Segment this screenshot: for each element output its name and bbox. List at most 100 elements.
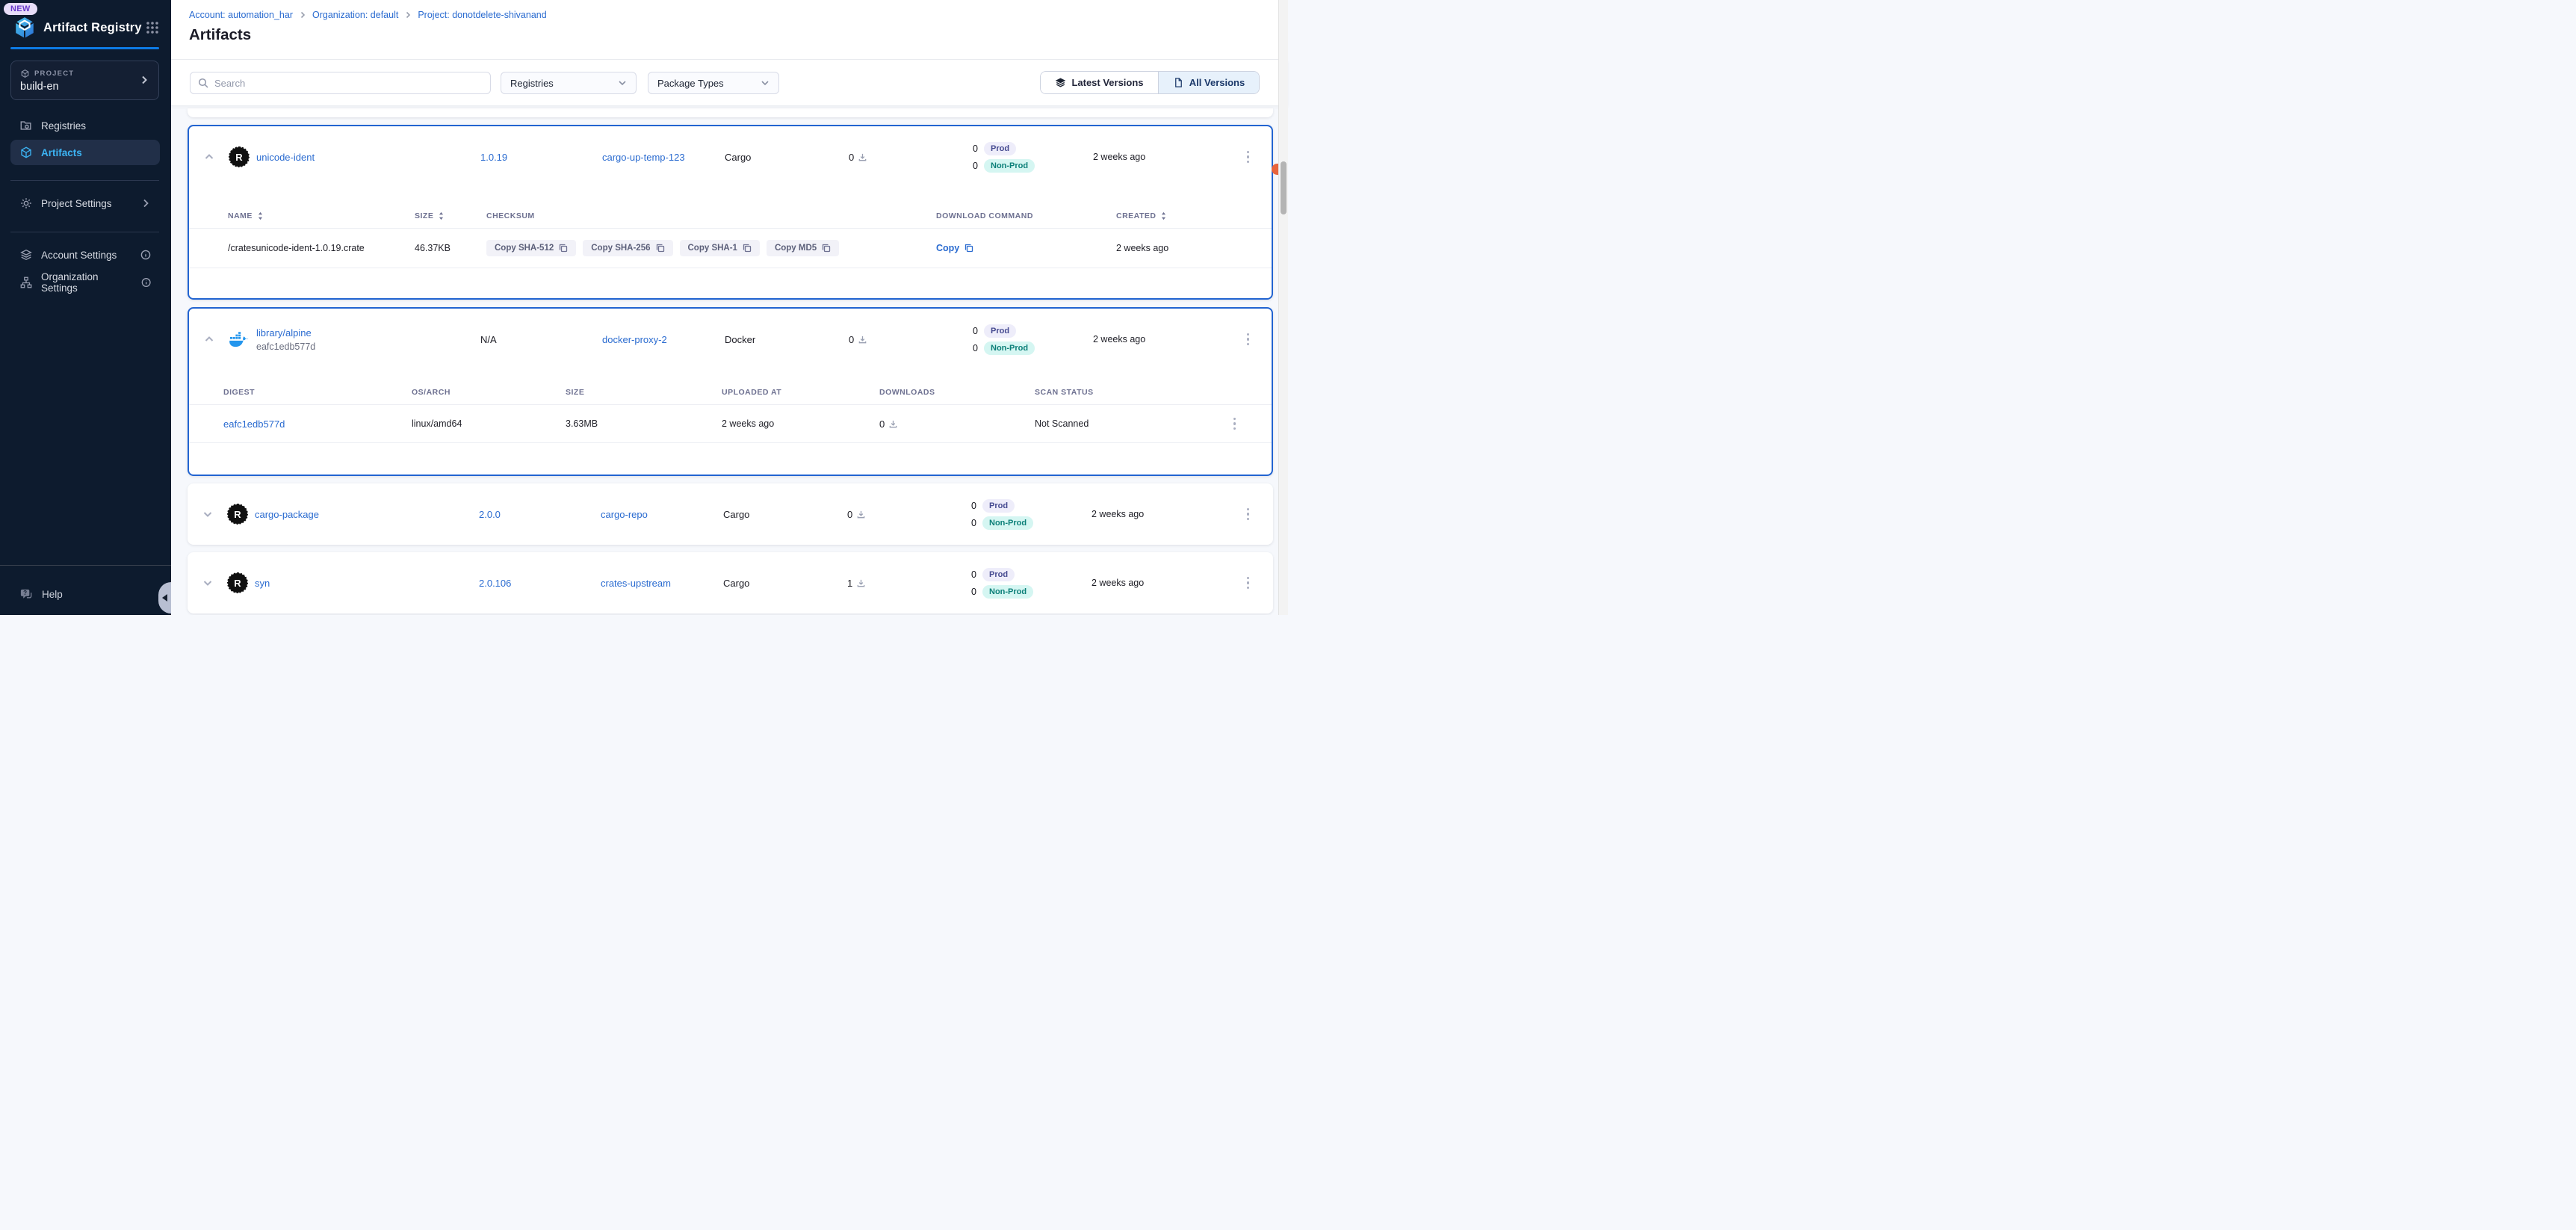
help-chat-icon: ? <box>19 587 34 602</box>
file-size: 46.37KB <box>415 243 486 253</box>
uploaded-at: 2 weeks ago <box>722 418 879 429</box>
cargo-package-icon: R <box>228 504 247 524</box>
sidebar-item-label: Organization Settings <box>41 271 133 294</box>
download-icon <box>856 510 866 519</box>
app-logo-row: Artifact Registry <box>12 15 159 40</box>
package-types-filter-dropdown[interactable]: Package Types <box>648 72 779 94</box>
sidebar-item-artifacts[interactable]: Artifacts <box>10 140 160 165</box>
downloads-count: 0 <box>849 334 854 345</box>
registry-link[interactable]: docker-proxy-2 <box>602 334 667 345</box>
artifact-name-link[interactable]: syn <box>255 578 270 589</box>
prod-badge: Prod <box>984 142 1016 155</box>
file-name: /cratesunicode-ident-1.0.19.crate <box>228 243 415 253</box>
breadcrumb-account-link[interactable]: Account: automation_har <box>189 10 293 20</box>
info-icon[interactable] <box>140 250 151 260</box>
row-menu-button[interactable] <box>1242 329 1254 350</box>
digest-row: eafc1edb577d linux/amd64 3.63MB 2 weeks … <box>189 405 1272 442</box>
sidebar-item-account-settings[interactable]: Account Settings <box>10 242 160 268</box>
search-icon <box>198 78 208 88</box>
collapse-row-button[interactable] <box>201 331 217 347</box>
main-area: Account: automation_har Organization: de… <box>171 0 1288 615</box>
updated-time: 2 weeks ago <box>1092 509 1223 519</box>
artifact-row: library/alpine eafc1edb577d N/A docker-p… <box>189 309 1272 370</box>
page-scrollbar-thumb[interactable] <box>1281 161 1287 214</box>
copy-download-command-button[interactable]: Copy <box>936 243 973 253</box>
column-header-size[interactable]: SIZE <box>415 211 486 220</box>
nonprod-count: 0 <box>969 518 976 528</box>
updated-time: 2 weeks ago <box>1092 578 1223 588</box>
collapse-row-button[interactable] <box>201 149 217 165</box>
digest-menu-button[interactable] <box>1229 413 1241 435</box>
artifact-row: R unicode-ident 1.0.19 cargo-up-temp-123… <box>189 126 1272 188</box>
latest-versions-button[interactable]: Latest Versions <box>1041 72 1159 93</box>
file-icon <box>1173 77 1184 88</box>
row-menu-button[interactable] <box>1242 504 1254 525</box>
scan-status: Not Scanned <box>1035 418 1208 429</box>
sidebar-item-project-settings[interactable]: Project Settings <box>10 191 160 216</box>
column-header-created[interactable]: CREATED <box>1116 211 1245 220</box>
chevron-right-icon <box>139 75 149 85</box>
digest-link[interactable]: eafc1edb577d <box>223 418 285 430</box>
search-box[interactable] <box>190 72 491 94</box>
registry-link[interactable]: crates-upstream <box>601 578 671 589</box>
version-link[interactable]: 2.0.106 <box>479 578 511 589</box>
row-menu-button[interactable] <box>1242 146 1254 168</box>
download-icon <box>858 152 867 162</box>
row-menu-button[interactable] <box>1242 572 1254 594</box>
registry-link[interactable]: cargo-up-temp-123 <box>602 152 685 163</box>
copy-icon <box>559 244 568 253</box>
layers-icon <box>1055 77 1066 88</box>
digest-downloads: 0 <box>879 418 885 430</box>
sort-icon <box>257 211 264 220</box>
app-switcher-grid-icon[interactable] <box>146 21 159 34</box>
button-label: Latest Versions <box>1071 77 1143 88</box>
project-selector[interactable]: PROJECT build-en <box>10 61 159 100</box>
column-header-download-command: DOWNLOAD COMMAND <box>936 211 1116 220</box>
column-header-name[interactable]: NAME <box>228 211 415 220</box>
prod-count: 0 <box>969 569 976 580</box>
chevron-right-icon <box>140 198 151 208</box>
svg-text:?: ? <box>23 589 27 596</box>
expand-row-button[interactable] <box>199 575 216 591</box>
registries-filter-dropdown[interactable]: Registries <box>501 72 637 94</box>
breadcrumb-org-link[interactable]: Organization: default <box>312 10 398 20</box>
help-button[interactable]: ? Help <box>10 583 160 605</box>
downloads-count: 1 <box>847 578 852 589</box>
sidebar: NEW Artifact Registry PROJECT build-en <box>0 0 171 615</box>
search-input[interactable] <box>214 78 483 89</box>
breadcrumb-project-link[interactable]: Project: donotdelete-shivanand <box>418 10 546 20</box>
sidebar-item-organization-settings[interactable]: Organization Settings <box>10 270 160 295</box>
artifact-card-syn: R syn 2.0.106 crates-upstream Cargo 1 0P… <box>188 552 1273 614</box>
digest-size: 3.63MB <box>566 418 722 429</box>
registry-link[interactable]: cargo-repo <box>601 509 648 520</box>
artifacts-cube-icon <box>19 146 33 159</box>
expand-row-button[interactable] <box>199 506 216 522</box>
docker-package-icon <box>229 330 249 349</box>
copy-icon <box>822 244 831 253</box>
file-row: /cratesunicode-ident-1.0.19.crate 46.37K… <box>189 229 1272 268</box>
copy-sha512-button[interactable]: Copy SHA-512 <box>486 240 576 256</box>
package-type: Cargo <box>723 509 847 520</box>
copy-sha256-button[interactable]: Copy SHA-256 <box>583 240 672 256</box>
artifact-name-link[interactable]: cargo-package <box>255 509 319 520</box>
version-link[interactable]: 1.0.19 <box>480 152 507 163</box>
brand-underline <box>10 47 159 49</box>
column-header-os-arch: OS/ARCH <box>412 388 566 397</box>
version-link[interactable]: 2.0.0 <box>479 509 501 520</box>
sidebar-divider <box>0 565 171 566</box>
package-type: Cargo <box>725 152 849 163</box>
info-icon[interactable] <box>141 277 151 288</box>
sidebar-item-registries[interactable]: Registries <box>10 113 160 138</box>
artifact-name-link[interactable]: unicode-ident <box>256 152 315 163</box>
cargo-package-icon: R <box>228 573 247 593</box>
app-title: Artifact Registry <box>43 21 146 35</box>
copy-sha1-button[interactable]: Copy SHA-1 <box>680 240 760 256</box>
all-versions-button[interactable]: All Versions <box>1159 72 1259 93</box>
page-scrollbar-track[interactable] <box>1278 0 1288 615</box>
artifact-name-link[interactable]: library/alpine <box>256 327 315 339</box>
toolbar: Registries Package Types Latest Versions… <box>171 60 1288 106</box>
sort-icon <box>1160 211 1167 220</box>
help-label: Help <box>42 589 63 600</box>
nonprod-badge: Non-Prod <box>984 159 1035 173</box>
copy-md5-button[interactable]: Copy MD5 <box>767 240 839 256</box>
